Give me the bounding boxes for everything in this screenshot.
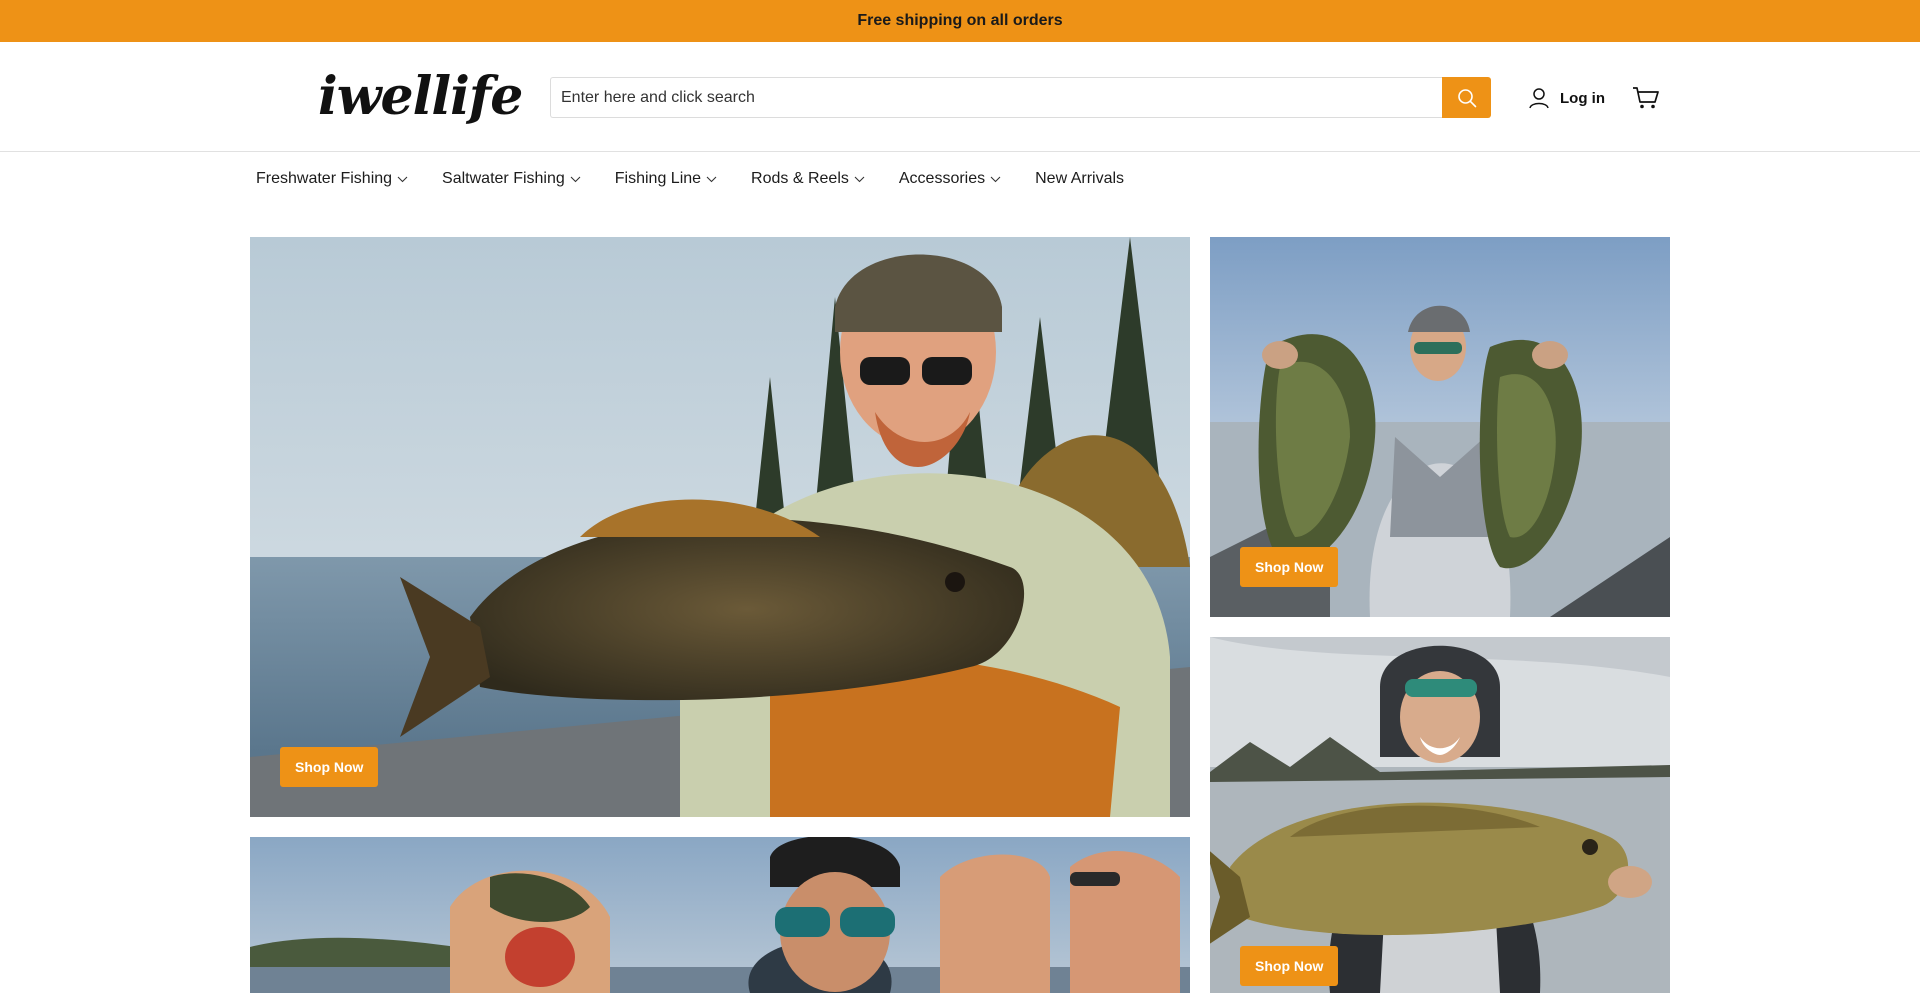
nav-item-label: Saltwater Fishing [442,170,565,187]
search-icon [1457,88,1476,107]
search-input[interactable] [550,77,1442,118]
nav-item-label: Accessories [898,170,986,187]
site-logo[interactable]: iwellife [318,58,523,134]
chevron-down-icon [854,176,865,182]
banner-bottom-right[interactable]: Shop Now [1210,637,1670,993]
nav-item-label: Rods & Reels [751,170,849,187]
search-form [550,77,1491,118]
nav-item-label: New Arrivals [1035,170,1125,187]
nav-item-freshwater-fishing[interactable]: Freshwater Fishing [256,170,408,188]
banner-main[interactable]: Shop Now [250,237,1190,817]
nav-item-rods-reels[interactable]: Rods & Reels [751,170,865,188]
banner-bottom-left-image [250,837,1190,993]
search-button[interactable] [1442,77,1491,118]
banner-main-image [250,237,1190,817]
nav-item-label: Freshwater Fishing [256,170,393,187]
announcement-text: Free shipping on all orders [857,12,1063,29]
shop-now-button[interactable]: Shop Now [280,747,379,787]
cart-icon [1633,87,1659,109]
login-label: Log in [1560,89,1605,107]
announcement-bar: Free shipping on all orders [0,0,1920,42]
chevron-down-icon [706,176,717,182]
nav-item-accessories[interactable]: Accessories [899,170,1001,188]
chevron-down-icon [990,176,1001,182]
nav-item-label: Fishing Line [614,170,702,187]
banner-top-right[interactable]: Shop Now [1210,237,1670,617]
banner-bottom-left[interactable] [250,837,1190,993]
nav-item-saltwater-fishing[interactable]: Saltwater Fishing [442,170,581,188]
cart-button[interactable] [1630,82,1662,114]
banner-bottom-right-image [1210,637,1670,993]
shop-now-button[interactable]: Shop Now [1240,946,1339,986]
chevron-down-icon [397,176,408,182]
main-nav: Freshwater Fishing Saltwater Fishing Fis… [256,152,1124,206]
login-link[interactable]: Log in [1528,84,1605,112]
user-icon [1529,88,1549,109]
nav-item-new-arrivals[interactable]: New Arrivals [1035,170,1124,188]
shop-now-button[interactable]: Shop Now [1240,547,1339,587]
site-header: iwellife Log in [0,42,1920,152]
chevron-down-icon [570,176,581,182]
nav-item-fishing-line[interactable]: Fishing Line [615,170,717,188]
